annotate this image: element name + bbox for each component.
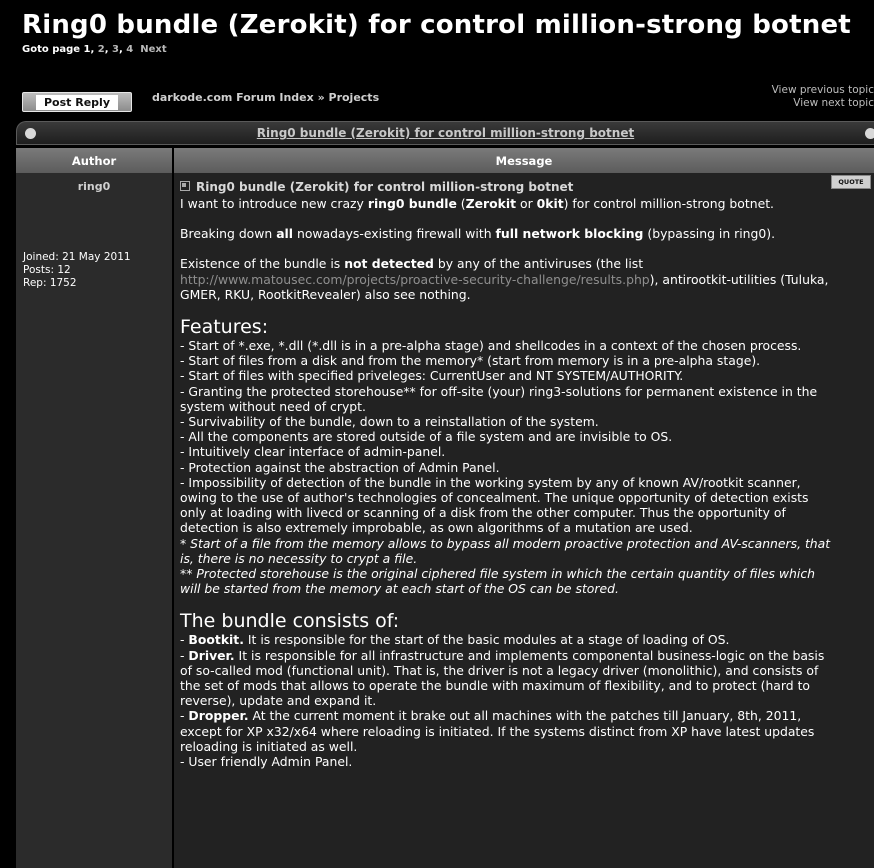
post-icon[interactable] (180, 181, 190, 191)
component-admin-panel: - User friendly Admin Panel. (180, 754, 353, 770)
topic-title-link[interactable]: Ring0 bundle (Zerokit) for control milli… (17, 126, 874, 140)
feature-line: owing to the use of author's technologie… (180, 490, 809, 506)
feature-line: - Start of files from a disk and from th… (180, 353, 761, 369)
features-heading: Features: (180, 316, 269, 339)
post-message: Ring0 bundle (Zerokit) for control milli… (174, 173, 874, 868)
component-driver: - Driver. It is responsible for all infr… (180, 647, 825, 663)
post-body: I want to introduce new crazy ring0 bund… (180, 196, 874, 769)
topic-title: Ring0 bundle (Zerokit) for control milli… (22, 10, 851, 40)
table-header-row: Author Message (16, 148, 874, 173)
pagination-next-link[interactable]: Next (140, 44, 166, 55)
feature-line: - Survivability of the bundle, down to a… (180, 414, 599, 430)
forum-table: Ring0 bundle (Zerokit) for control milli… (16, 121, 874, 868)
feature-line: - All the components are stored outside … (180, 429, 673, 445)
breadcrumb-separator: » (317, 91, 325, 104)
intro-paragraph: I want to introduce new crazy ring0 bund… (180, 196, 774, 211)
detection-paragraph: Existence of the bundle is not detected … (180, 256, 644, 272)
author-joined: Joined: 21 May 2011 (23, 251, 131, 263)
post-author-panel: ring0 Joined: 21 May 2011 Posts: 12 Rep:… (16, 173, 172, 868)
post-subject: Ring0 bundle (Zerokit) for control milli… (180, 180, 874, 196)
consists-heading: The bundle consists of: (180, 610, 400, 633)
pagination-page-3[interactable]: 3 (112, 44, 119, 55)
message-column-header: Message (174, 148, 874, 173)
author-column-header: Author (16, 148, 172, 173)
breadcrumb-forum-index[interactable]: darkode.com Forum Index (152, 91, 314, 104)
footnote-line: * Start of a file from the memory allows… (180, 535, 831, 551)
author-posts: Posts: 12 (23, 264, 71, 276)
author-rep: Rep: 1752 (23, 277, 77, 289)
view-next-topic-link[interactable]: View next topic (772, 97, 874, 110)
component-bootkit: - Bootkit. It is responsible for the sta… (180, 632, 730, 648)
feature-line: - Impossibility of detection of the bund… (180, 474, 801, 490)
feature-line: detection is also extremely improbable, … (180, 520, 693, 536)
pagination-page-4[interactable]: 4 (126, 44, 133, 55)
topic-nav: View previous topic View next topic (772, 84, 874, 110)
feature-line: - Intuitively clear interface of admin-p… (180, 444, 446, 460)
feature-line: system without need of crypt. (180, 398, 366, 414)
footnote-line: ** Protected storehouse is the original … (180, 566, 815, 582)
post-row: ring0 Joined: 21 May 2011 Posts: 12 Rep:… (16, 173, 874, 868)
pagination-prefix: Goto page (22, 44, 81, 55)
author-details: Joined: 21 May 2011 Posts: 12 Rep: 1752 (16, 251, 172, 290)
feature-line: only at loading with livecd or scanning … (180, 505, 786, 521)
post-reply-label: Post Reply (36, 94, 118, 110)
feature-line: - Granting the protected storehouse** fo… (180, 383, 818, 399)
author-name[interactable]: ring0 (16, 180, 172, 193)
feature-line: - Protection against the abstraction of … (180, 459, 500, 475)
quote-button[interactable]: QUOTE (831, 175, 871, 189)
feature-line: - Start of files with specified priveleg… (180, 368, 684, 384)
view-previous-topic-link[interactable]: View previous topic (772, 84, 874, 97)
topic-title-bar: Ring0 bundle (Zerokit) for control milli… (16, 121, 874, 145)
firewall-paragraph: Breaking down all nowadays-existing fire… (180, 226, 776, 242)
post-reply-button[interactable]: Post Reply (22, 92, 132, 112)
post-subject-text: Ring0 bundle (Zerokit) for control milli… (196, 180, 574, 194)
footnote-line: is, there is no necessity to crypt a fil… (180, 550, 418, 566)
footnote-line: will be started from the memory at each … (180, 581, 619, 597)
pagination-current-page: 1 (83, 44, 91, 55)
feature-line: - Start of *.exe, *.dll (*.dll is in a p… (180, 338, 802, 354)
corner-dot-icon (865, 128, 874, 139)
pagination-page-2[interactable]: 2 (98, 44, 105, 55)
breadcrumb-projects[interactable]: Projects (329, 91, 380, 104)
component-dropper: - Dropper. At the current moment it brak… (180, 708, 802, 724)
pagination: Goto page 1, 2, 3, 4 Next (22, 44, 167, 55)
matousec-link[interactable]: http://www.matousec.com/projects/proacti… (180, 272, 650, 287)
breadcrumb: darkode.com Forum Index » Projects (152, 91, 379, 104)
